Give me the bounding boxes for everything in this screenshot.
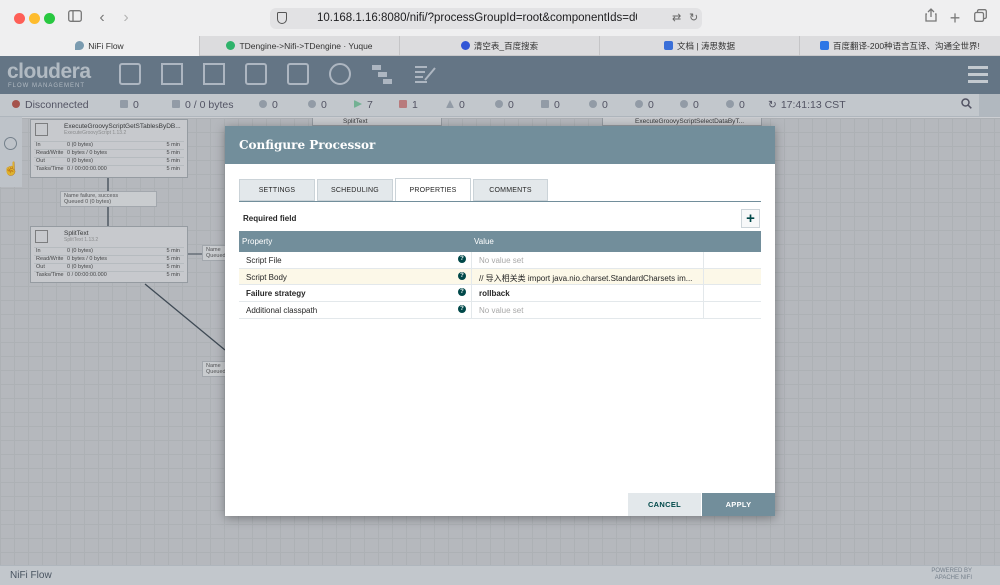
table-header: Property Value <box>239 231 761 252</box>
browser-tab-nifi[interactable]: NiFi Flow <box>0 36 200 56</box>
nifi-drop-icon <box>75 41 85 50</box>
browser-tab-yuque[interactable]: TDengine->Nifi->TDengine · Yuque <box>200 36 400 56</box>
table-row[interactable]: Script File ? No value set <box>239 252 761 269</box>
info-icon[interactable]: ? <box>458 271 466 280</box>
dialog-title: Configure Processor <box>239 138 376 152</box>
back-icon[interactable]: ‹ <box>96 8 108 28</box>
forward-icon[interactable]: › <box>120 8 132 28</box>
property-name: Script Body <box>246 272 287 282</box>
property-name: Failure strategy <box>246 289 306 299</box>
share-icon[interactable] <box>924 8 938 28</box>
browser-tabbar: NiFi Flow TDengine->Nifi->TDengine · Yuq… <box>0 36 1000 56</box>
info-icon[interactable]: ? <box>458 255 466 263</box>
configure-processor-dialog: Configure Processor SETTINGS SCHEDULING … <box>225 126 775 516</box>
browser-tab-fanyi[interactable]: 百度翻译-200种语言互译、沟通全世界! <box>800 36 1000 56</box>
minimize-window-button[interactable] <box>29 13 40 24</box>
property-value[interactable]: rollback <box>479 289 701 298</box>
dialog-header: Configure Processor <box>225 126 775 164</box>
browser-titlebar: ‹ › 10.168.1.16:8080/nifi/?processGroupI… <box>0 0 1000 36</box>
add-property-button[interactable]: + <box>741 209 760 228</box>
translate-icon[interactable]: ⇄ <box>672 8 681 29</box>
property-value[interactable]: No value set <box>479 256 701 265</box>
browser-tab-taos[interactable]: 文档 | 涛思数据 <box>600 36 800 56</box>
info-icon[interactable]: ? <box>458 305 466 314</box>
property-name: Additional classpath <box>246 306 318 316</box>
reload-icon[interactable]: ↻ <box>689 8 698 29</box>
address-bar[interactable]: 10.168.1.16:8080/nifi/?processGroupId=ro… <box>270 8 702 29</box>
cancel-button[interactable]: CANCEL <box>628 493 701 516</box>
property-value[interactable]: No value set <box>479 306 701 315</box>
tab-settings[interactable]: SETTINGS <box>239 179 315 201</box>
browser-tab-baidu[interactable]: 清空表_百度搜索 <box>400 36 600 56</box>
property-value[interactable]: // 导入相关类 import java.nio.charset.Standar… <box>479 273 701 284</box>
table-row[interactable]: Script Body ? // 导入相关类 import java.nio.c… <box>239 268 761 286</box>
table-row[interactable]: Additional classpath ? No value set <box>239 302 761 319</box>
sidebar-toggle-icon[interactable] <box>67 8 83 28</box>
privacy-shield-icon[interactable] <box>277 12 287 24</box>
info-icon[interactable]: ? <box>458 288 466 297</box>
star-icon <box>664 41 674 50</box>
baidu-paw-icon <box>460 41 470 50</box>
required-field-label: Required field <box>243 214 297 223</box>
tab-properties[interactable]: PROPERTIES <box>395 178 471 202</box>
url-text: 10.168.1.16:8080/nifi/?processGroupId=ro… <box>317 12 637 24</box>
translate-icon <box>820 41 830 50</box>
tab-overview-icon[interactable] <box>972 8 988 28</box>
close-window-button[interactable] <box>14 13 25 24</box>
column-property[interactable]: Property <box>242 237 272 246</box>
new-tab-icon[interactable]: + <box>948 8 962 28</box>
tab-scheduling[interactable]: SCHEDULING <box>317 179 393 201</box>
column-value[interactable]: Value <box>474 237 494 246</box>
properties-table: Property Value Script File ? No value se… <box>239 231 761 319</box>
property-name: Script File <box>246 256 282 265</box>
table-row[interactable]: Failure strategy ? rollback <box>239 285 761 303</box>
yuque-icon <box>226 41 236 50</box>
tab-comments[interactable]: COMMENTS <box>473 179 548 201</box>
apply-button[interactable]: APPLY <box>702 493 775 516</box>
tab-divider <box>239 201 761 202</box>
zoom-window-button[interactable] <box>44 13 55 24</box>
